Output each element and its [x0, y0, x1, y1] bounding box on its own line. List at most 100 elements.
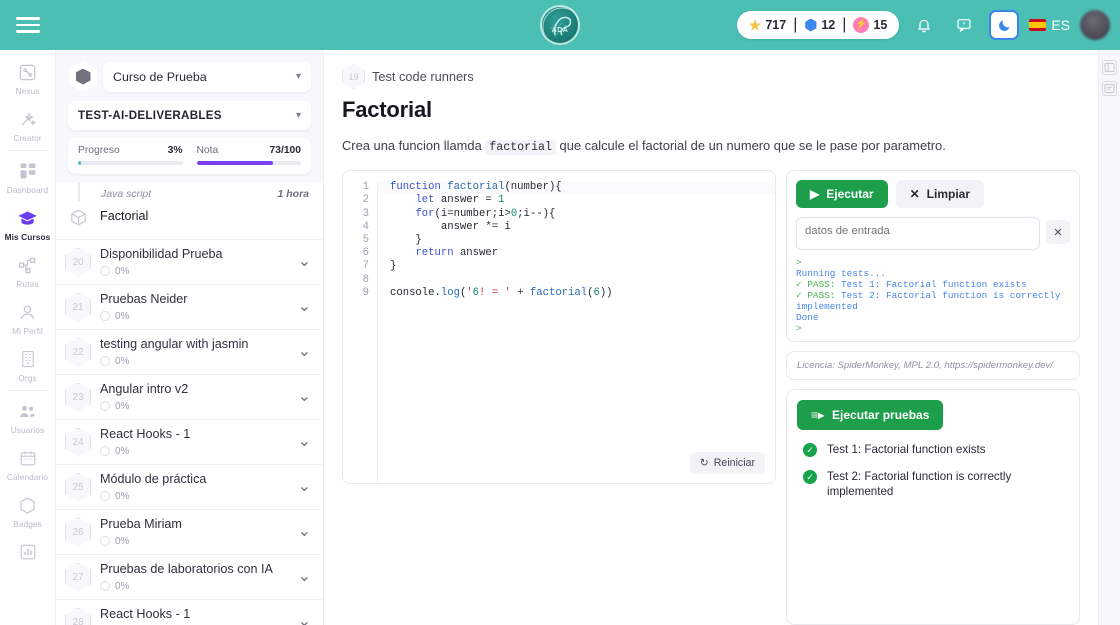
- language-selector[interactable]: ES: [1029, 17, 1070, 33]
- hamburger-menu-icon[interactable]: [0, 0, 56, 50]
- grade-value: 73/100: [269, 145, 302, 156]
- sidebar-label: Usuarios: [10, 425, 45, 435]
- sidebar-item-dashboard[interactable]: Dashboard: [0, 153, 55, 200]
- code-editor[interactable]: 123456789 function factorial(number){ le…: [342, 170, 776, 485]
- profile-icon: [17, 301, 39, 323]
- lesson-status-circle: [100, 491, 110, 502]
- language-label: ES: [1051, 17, 1070, 33]
- lesson-item[interactable]: 27 Pruebas de laboratorios con IA 0% ⌄: [56, 555, 323, 600]
- lesson-item[interactable]: 25 Módulo de práctica 0% ⌄: [56, 465, 323, 510]
- module-select-value: TEST-AI-DELIVERABLES: [78, 109, 222, 122]
- notifications-bell-icon[interactable]: [909, 10, 939, 40]
- gamification-stats[interactable]: ★ 717 | 12 | ⚡ 15: [736, 11, 900, 39]
- sidebar-item-reportes[interactable]: [0, 534, 55, 571]
- stat-points[interactable]: ★ 717: [749, 18, 786, 32]
- lesson-title: React Hooks - 1: [100, 427, 191, 442]
- feedback-chat-icon[interactable]: [949, 10, 979, 40]
- right-column: ▶ Ejecutar ✕ Limpiar ✕ >Run: [786, 170, 1080, 625]
- sidebar-item-nexus[interactable]: Nexus: [0, 54, 55, 101]
- sidebar-item-rutas[interactable]: Rutas: [0, 247, 55, 294]
- chevron-down-icon[interactable]: ⌄: [294, 569, 311, 585]
- lesson-status-circle: [100, 581, 110, 592]
- sidebar-label: Mi Perfil: [12, 326, 43, 336]
- lesson-list[interactable]: Java script 1 hora Factorial 20 Disponibil…: [56, 182, 323, 625]
- sidebar-item-mi-perfil[interactable]: Mi Perfil: [0, 294, 55, 341]
- lesson-percent: 0%: [115, 310, 130, 322]
- lesson-item[interactable]: Factorial: [56, 202, 323, 240]
- sidebar-item-creator[interactable]: Creator: [0, 101, 55, 148]
- lesson-item[interactable]: 28 React Hooks - 10% ⌄: [56, 600, 323, 625]
- sidebar-label: Dashboard: [6, 185, 49, 195]
- sidebar-item-mis-cursos[interactable]: Mis Cursos: [0, 200, 55, 247]
- test-result-row: ✓ Test 1: Factorial function exists: [797, 442, 1069, 458]
- lesson-item[interactable]: 21 Pruebas Neider 0% ⌄: [56, 285, 323, 330]
- desc-inline-code: factorial: [485, 140, 556, 155]
- chevron-down-icon[interactable]: ⌄: [294, 434, 311, 450]
- lesson-status-circle: [100, 536, 110, 547]
- stat-streak[interactable]: ⚡ 15: [853, 17, 887, 33]
- workspace: 123456789 function factorial(number){ le…: [342, 170, 1080, 625]
- line-number: 9: [362, 286, 369, 299]
- gems-value: 12: [821, 18, 836, 32]
- run-tests-button[interactable]: ≡▸ Ejecutar pruebas: [797, 400, 944, 431]
- console-line: Done: [796, 312, 819, 324]
- toggle-left-panel-icon[interactable]: [1102, 60, 1117, 75]
- clear-button[interactable]: ✕ Limpiar: [895, 180, 984, 209]
- desc-part-1: Crea una funcion llamda: [342, 138, 486, 153]
- user-avatar[interactable]: [1080, 10, 1110, 40]
- editor-code-area[interactable]: function factorial(number){ let answer =…: [377, 181, 775, 484]
- lesson-title: Pruebas de laboratorios con IA: [100, 562, 273, 577]
- breadcrumb[interactable]: 19 Test code runners: [342, 64, 1080, 89]
- line-number: 2: [362, 194, 369, 207]
- lesson-hexagon-number: 28: [65, 607, 91, 625]
- toggle-notes-panel-icon[interactable]: [1102, 81, 1117, 96]
- close-x-icon: ✕: [909, 187, 920, 202]
- module-select[interactable]: TEST-AI-DELIVERABLES ▾: [68, 101, 311, 130]
- chevron-down-icon[interactable]: ⌄: [294, 389, 311, 405]
- sidebar-item-orgs[interactable]: Orgs: [0, 341, 55, 388]
- reset-code-button[interactable]: ↻ Reiniciar: [689, 452, 765, 475]
- sidebar-label: Mis Cursos: [4, 232, 51, 242]
- breadcrumb-hexagon-icon: 19: [342, 64, 365, 89]
- lesson-hexagon-number: 20: [65, 247, 91, 277]
- lesson-title: Angular intro v2: [100, 382, 189, 397]
- lesson-item[interactable]: 20 Disponibilidad Prueba 0% ⌄: [56, 240, 323, 285]
- lesson-number: 22: [72, 346, 84, 358]
- chevron-down-icon[interactable]: ⌄: [294, 479, 311, 495]
- app-logo[interactable]: ADA: [538, 3, 582, 47]
- chevron-down-icon[interactable]: ⌄: [294, 614, 311, 625]
- points-value: 717: [765, 18, 787, 32]
- console-panel: ▶ Ejecutar ✕ Limpiar ✕ >Run: [786, 170, 1080, 343]
- lesson-title: testing angular with jasmin: [100, 337, 249, 352]
- code-line: let answer = 1: [415, 194, 505, 207]
- divider: |: [842, 16, 847, 33]
- check-circle-icon: ✓: [803, 443, 817, 458]
- run-button[interactable]: ▶ Ejecutar: [796, 180, 888, 209]
- dark-mode-moon-icon[interactable]: [989, 10, 1020, 40]
- stat-gems[interactable]: 12: [804, 18, 835, 32]
- lesson-number: 28: [72, 616, 84, 625]
- lesson-item[interactable]: 23 Angular intro v2 0% ⌄: [56, 375, 323, 420]
- chevron-down-icon[interactable]: ⌄: [294, 254, 311, 270]
- lesson-item[interactable]: 24 React Hooks - 1 0% ⌄: [56, 420, 323, 465]
- chevron-down-icon[interactable]: ⌄: [294, 524, 311, 540]
- clear-stdin-icon[interactable]: ✕: [1046, 220, 1070, 245]
- magic-wand-icon: [17, 108, 39, 130]
- play-icon: ▶: [810, 187, 820, 202]
- stdin-input[interactable]: [796, 217, 1040, 251]
- chevron-down-icon: ▾: [295, 71, 301, 82]
- lesson-item[interactable]: 26 Prueba Miriam 0% ⌄: [56, 510, 323, 555]
- sidebar-item-calendario[interactable]: Calendario: [0, 440, 55, 487]
- sidebar-item-usuarios[interactable]: Usuarios: [0, 393, 55, 440]
- sidebar-item-badges[interactable]: Badges: [0, 487, 55, 534]
- code-line: return answer: [415, 247, 499, 260]
- chevron-down-icon[interactable]: ⌄: [294, 299, 311, 315]
- breadcrumb-number: 19: [348, 71, 359, 82]
- main-content: 19 Test code runners Factorial Crea una …: [324, 50, 1098, 625]
- lesson-title: Módulo de práctica: [100, 472, 207, 487]
- course-select[interactable]: Curso de Prueba ▾: [103, 61, 311, 92]
- lesson-body: Módulo de práctica 0%: [100, 472, 285, 502]
- chevron-down-icon[interactable]: ⌄: [294, 344, 311, 360]
- lesson-item[interactable]: 22 testing angular with jasmin 0% ⌄: [56, 330, 323, 375]
